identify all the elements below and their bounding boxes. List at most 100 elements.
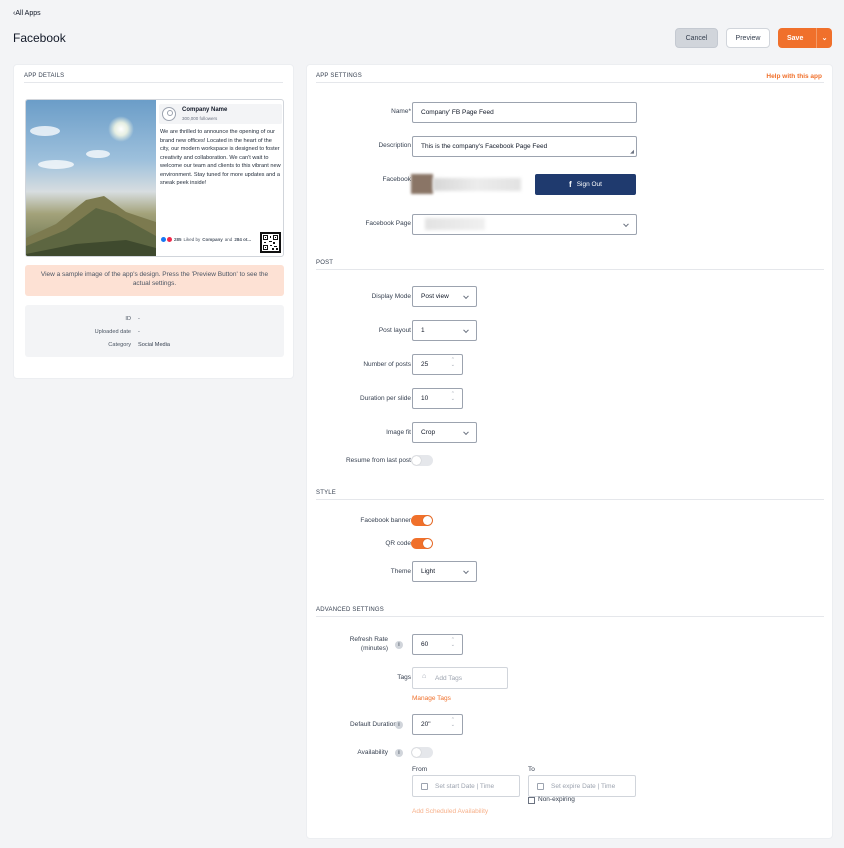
meta-key: Category (108, 342, 131, 348)
default-duration-stepper[interactable]: 20" ⌃ ⌄ (412, 714, 463, 735)
qr-code-label: QR code (385, 540, 411, 547)
facebook-banner-label: Facebook banner (360, 517, 411, 524)
toggle-knob (412, 456, 421, 465)
default-duration-label: Default Duration (350, 721, 397, 728)
post-text: We are thrilled to announce the opening … (160, 129, 281, 186)
advanced-heading: ADVANCED SETTINGS (316, 607, 384, 613)
stepper-arrows-icon[interactable]: ⌃ ⌄ (451, 638, 455, 648)
reactions-count: 285 (174, 237, 182, 242)
number-of-posts-label: Number of posts (363, 361, 411, 368)
chevron-down-icon (463, 428, 469, 435)
preview-button[interactable]: Preview (726, 28, 770, 48)
resume-label: Resume from last post (345, 457, 411, 464)
tag-icon: ⌂ (422, 673, 427, 680)
stepper-arrows-icon[interactable]: ⌃ ⌄ (451, 358, 455, 368)
post-heading: POST (316, 260, 334, 266)
avatar-icon (162, 107, 176, 121)
duration-per-slide-value: 10 (421, 395, 429, 402)
default-duration-value: 20" (421, 721, 431, 728)
post-layout-value: 1 (421, 327, 425, 334)
liked-by-and: and (224, 237, 233, 242)
display-mode-select[interactable]: Post view (412, 286, 477, 307)
help-link[interactable]: Help with this app (766, 73, 822, 80)
post-reactions: 285 Liked by Company and 284 ot... (161, 237, 251, 242)
divider (316, 82, 824, 83)
number-of-posts-stepper[interactable]: 25 ⌃ ⌄ (412, 354, 463, 375)
non-expiring-checkbox[interactable] (528, 797, 535, 804)
availability-toggle[interactable] (411, 747, 433, 758)
like-icon (161, 237, 166, 242)
save-label: Save (787, 34, 804, 42)
divider (316, 616, 824, 617)
manage-tags-link[interactable]: Manage Tags (412, 695, 451, 702)
mountain-graphic (26, 196, 156, 256)
tags-input[interactable]: ⌂ Add Tags (412, 667, 508, 689)
cancel-button[interactable]: Cancel (675, 28, 718, 48)
image-fit-select[interactable]: Crop (412, 422, 477, 443)
number-of-posts-value: 25 (421, 361, 429, 368)
page-name-blurred (425, 218, 485, 230)
refresh-rate-label: Refresh Rate (minutes) (350, 635, 388, 653)
add-scheduled-availability-link[interactable]: Add Scheduled Availability (412, 808, 488, 815)
stepper-arrows-icon[interactable]: ⌃ ⌄ (451, 718, 455, 728)
availability-label: Availability (357, 749, 388, 756)
app-settings-heading: APP SETTINGS (316, 73, 362, 79)
post-content: Company Name 300,000 followers We are th… (159, 104, 282, 188)
resume-toggle[interactable] (411, 455, 433, 466)
preview-note: View a sample image of the app's design.… (25, 265, 284, 296)
account-name-blurred (433, 178, 521, 191)
expire-date-input[interactable]: Set expire Date | Time (528, 775, 636, 797)
post-layout-select[interactable]: 1 (412, 320, 477, 341)
info-icon[interactable]: i (395, 641, 403, 649)
toggle-knob (423, 539, 432, 548)
post-header: Company Name 300,000 followers (159, 104, 282, 124)
theme-value: Light (421, 568, 436, 575)
calendar-icon (421, 783, 428, 790)
divider (24, 82, 283, 83)
start-date-input[interactable]: Set start Date | Time (412, 775, 520, 797)
theme-select[interactable]: Light (412, 561, 477, 582)
facebook-banner-toggle[interactable] (411, 515, 433, 526)
chevron-down-icon: ⌄ (821, 35, 828, 42)
info-icon[interactable]: i (395, 749, 403, 757)
save-dropdown-toggle[interactable]: ⌄ (816, 28, 832, 48)
account-avatar-blurred (411, 174, 433, 194)
calendar-icon (537, 783, 544, 790)
facebook-icon: f (569, 180, 572, 189)
info-icon[interactable]: i (395, 721, 403, 729)
app-details-heading: APP DETAILS (24, 73, 65, 79)
cloud-graphic (86, 150, 110, 158)
followers-count: 300,000 followers (182, 116, 218, 121)
non-expiring-label: Non-expiring (538, 796, 575, 803)
meta-key: ID (125, 316, 131, 322)
stepper-arrows-icon[interactable]: ⌃ ⌄ (451, 392, 455, 402)
duration-per-slide-stepper[interactable]: 10 ⌃ ⌄ (412, 388, 463, 409)
qr-code-icon (260, 232, 281, 253)
divider (316, 499, 824, 500)
facebook-page-select[interactable] (412, 214, 637, 235)
chevron-down-icon (463, 326, 469, 333)
toggle-knob (423, 516, 432, 525)
cloud-graphic (38, 160, 74, 169)
meta-value: - (138, 329, 140, 335)
liked-by-name: Company (202, 237, 223, 242)
qr-code-toggle[interactable] (411, 538, 433, 549)
resize-handle-icon[interactable]: ◢ (630, 149, 634, 155)
tags-placeholder: Add Tags (435, 674, 462, 682)
meta-value: Social Media (138, 342, 171, 348)
name-input[interactable]: Company' FB Page Feed (412, 102, 637, 123)
divider (316, 269, 824, 270)
sign-out-button[interactable]: f Sign Out (535, 174, 636, 195)
save-button[interactable]: Save ⌄ (778, 28, 832, 48)
back-label: All Apps (15, 10, 41, 17)
liked-by-others: 284 ot... (234, 237, 252, 242)
refresh-rate-stepper[interactable]: 60 ⌃ ⌄ (412, 634, 463, 655)
cloud-graphic (30, 126, 60, 136)
back-link[interactable]: ‹All Apps (13, 10, 41, 17)
image-fit-label: Image fit (386, 429, 411, 436)
expire-date-placeholder: Set expire Date | Time (551, 782, 616, 790)
refresh-rate-label-line2: (minutes) (360, 645, 388, 652)
page-title: Facebook (13, 31, 66, 45)
to-label: To (528, 766, 535, 773)
description-textarea[interactable]: This is the company's Facebook Page Feed… (412, 136, 637, 157)
